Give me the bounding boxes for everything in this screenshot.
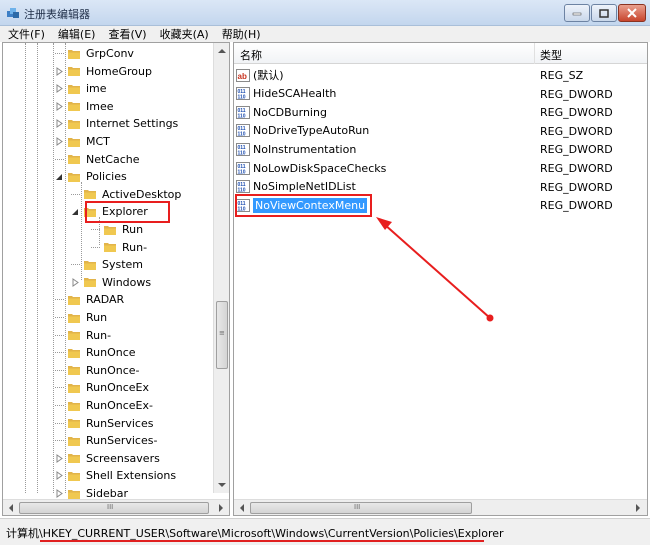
annotation-arrow bbox=[376, 217, 494, 322]
